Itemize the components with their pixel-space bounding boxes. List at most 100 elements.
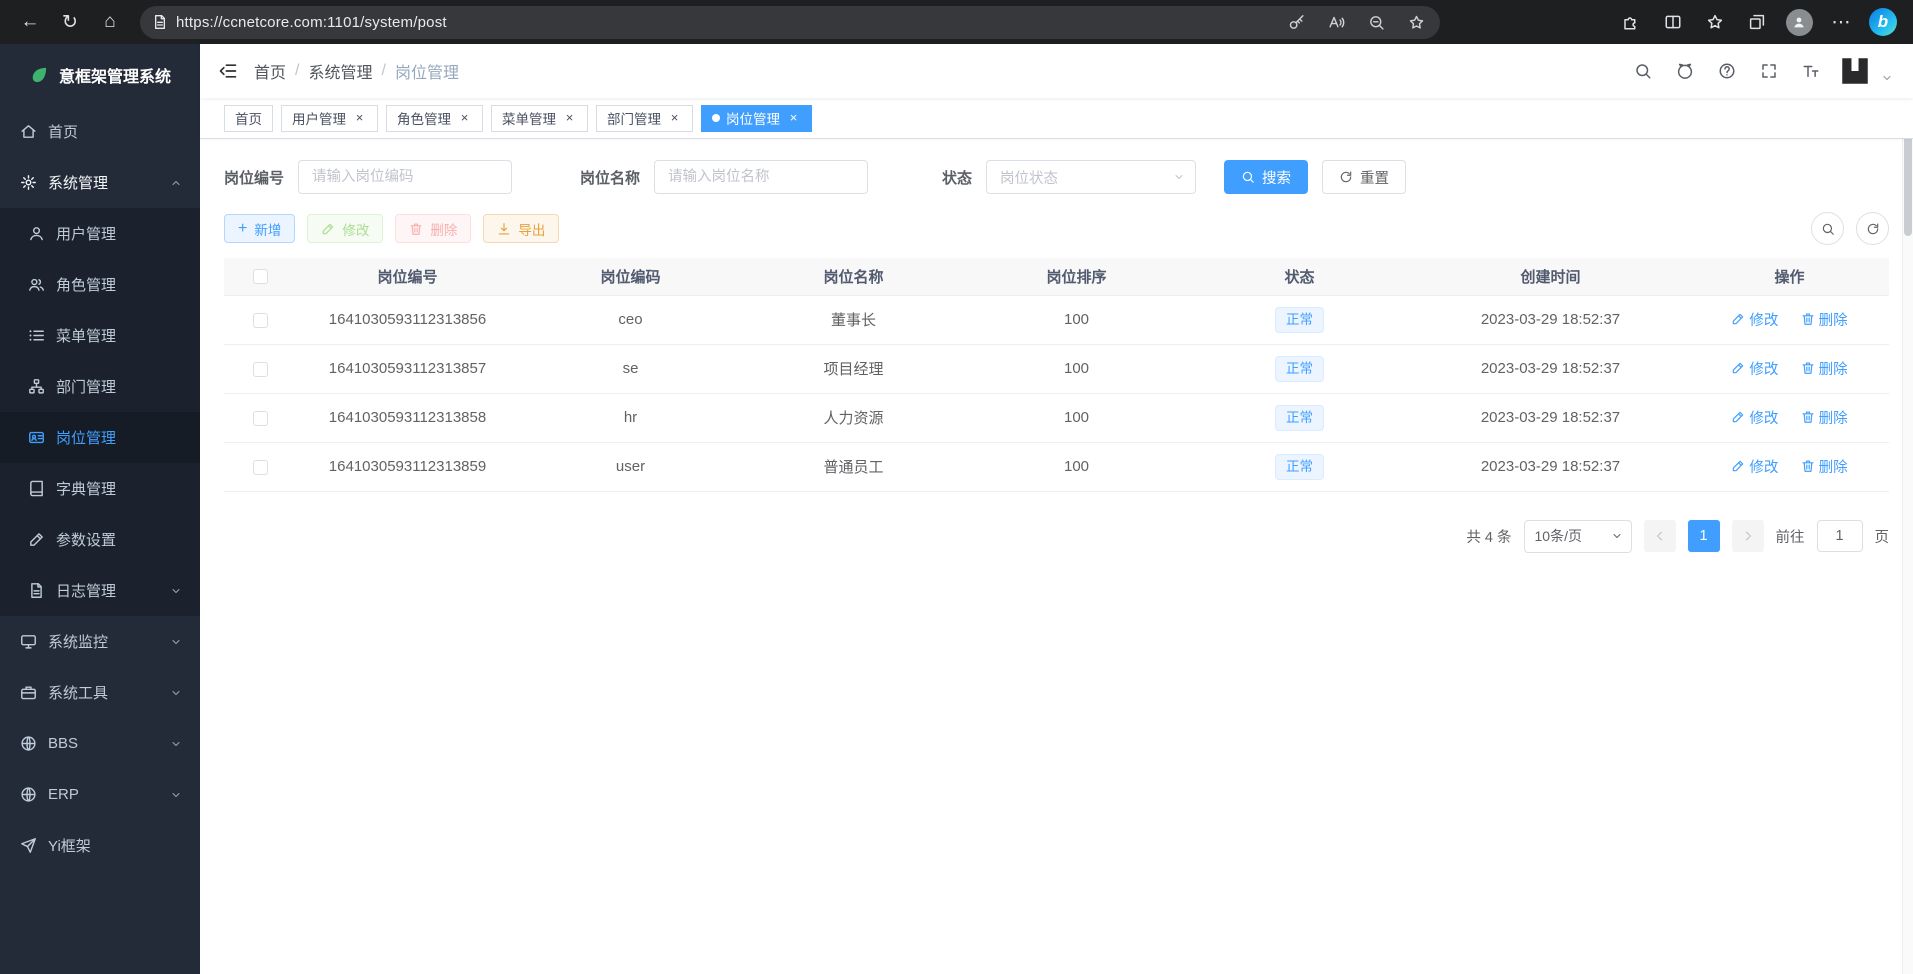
sidebar-item-system-management[interactable]: 系统管理 — [0, 157, 200, 208]
split-screen-icon[interactable] — [1655, 5, 1691, 39]
next-page-button[interactable] — [1732, 520, 1764, 552]
post-code-input[interactable] — [298, 160, 512, 194]
row-delete-button[interactable]: 删除 — [1801, 456, 1848, 477]
sidebar-item-home[interactable]: 首页 — [0, 106, 200, 157]
sidebar-item-yi-framework[interactable]: Yi框架 — [0, 820, 200, 871]
favorite-star-icon[interactable] — [1400, 8, 1432, 36]
table-header-row: 岗位编号 岗位编码 岗位名称 岗位排序 状态 创建时间 操作 — [224, 258, 1889, 295]
sidebar-item-post-management[interactable]: 岗位管理 — [0, 412, 200, 463]
edit-button[interactable]: 修改 — [307, 214, 383, 243]
sidebar-item-bbs[interactable]: BBS — [0, 718, 200, 769]
user-avatar-logo[interactable] — [1835, 51, 1875, 91]
tab-label: 角色管理 — [397, 108, 451, 128]
row-delete-button[interactable]: 删除 — [1801, 407, 1848, 428]
row-edit-button[interactable]: 修改 — [1731, 309, 1778, 330]
profile-avatar[interactable] — [1781, 5, 1817, 39]
select-all-checkbox[interactable] — [253, 269, 268, 284]
add-button[interactable]: + 新增 — [224, 214, 295, 243]
sidebar-item-label: ERP — [48, 786, 79, 803]
row-edit-button[interactable]: 修改 — [1731, 456, 1778, 477]
row-checkbox[interactable] — [253, 460, 268, 475]
reload-button[interactable]: ↻ — [52, 5, 88, 39]
sidebar-fold-icon[interactable] — [218, 61, 238, 81]
tab-label: 首页 — [235, 108, 262, 128]
home-icon — [20, 123, 37, 140]
tab-menu-management[interactable]: 菜单管理 × — [491, 105, 588, 132]
tab-role-management[interactable]: 角色管理 × — [386, 105, 483, 132]
row-checkbox[interactable] — [253, 411, 268, 426]
sidebar-item-dept-management[interactable]: 部门管理 — [0, 361, 200, 412]
sidebar-item-dict-management[interactable]: 字典管理 — [0, 463, 200, 514]
breadcrumb-home[interactable]: 首页 — [254, 59, 286, 83]
tab-close-icon[interactable]: × — [562, 111, 577, 126]
chevron-up-icon — [170, 177, 182, 189]
sidebar-item-system-monitor[interactable]: 系统监控 — [0, 616, 200, 667]
tab-close-icon[interactable]: × — [786, 111, 801, 126]
row-delete-button[interactable]: 删除 — [1801, 358, 1848, 379]
sidebar-item-erp[interactable]: ERP — [0, 769, 200, 820]
refresh-table-button[interactable] — [1856, 212, 1889, 245]
help-question-icon[interactable] — [1709, 52, 1745, 90]
row-edit-label: 修改 — [1749, 407, 1778, 428]
breadcrumb-system[interactable]: 系统管理 — [308, 59, 372, 83]
toggle-search-button[interactable] — [1811, 212, 1844, 245]
extensions-icon[interactable] — [1613, 5, 1649, 39]
cell-created-time: 2023-03-29 18:52:37 — [1411, 295, 1690, 344]
cell-created-time: 2023-03-29 18:52:37 — [1411, 442, 1690, 491]
row-edit-button[interactable]: 修改 — [1731, 358, 1778, 379]
github-icon[interactable] — [1667, 52, 1703, 90]
sidebar-item-log-management[interactable]: 日志管理 — [0, 565, 200, 616]
sidebar-item-menu-management[interactable]: 菜单管理 — [0, 310, 200, 361]
tab-close-icon[interactable]: × — [667, 111, 682, 126]
back-button[interactable]: ← — [12, 5, 48, 39]
row-delete-label: 删除 — [1819, 358, 1848, 379]
user-menu-caret-icon[interactable] — [1881, 72, 1893, 84]
row-edit-button[interactable]: 修改 — [1731, 407, 1778, 428]
fullscreen-icon[interactable] — [1751, 52, 1787, 90]
row-delete-button[interactable]: 删除 — [1801, 309, 1848, 330]
tab-close-icon[interactable]: × — [352, 111, 367, 126]
url-text[interactable]: https://ccnetcore.com:1101/system/post — [176, 14, 1272, 31]
browser-home-button[interactable]: ⌂ — [92, 5, 128, 39]
status-select[interactable]: 岗位状态 — [986, 160, 1196, 194]
password-key-icon[interactable] — [1280, 8, 1312, 36]
row-edit-label: 修改 — [1749, 309, 1778, 330]
cell-post-code: user — [519, 442, 742, 491]
tab-dept-management[interactable]: 部门管理 × — [596, 105, 693, 132]
favorites-icon[interactable] — [1697, 5, 1733, 39]
sidebar-item-user-management[interactable]: 用户管理 — [0, 208, 200, 259]
sidebar-item-system-tools[interactable]: 系统工具 — [0, 667, 200, 718]
form-item-post-name: 岗位名称 — [580, 160, 868, 194]
sidebar-item-role-management[interactable]: 角色管理 — [0, 259, 200, 310]
read-aloud-icon[interactable] — [1320, 8, 1352, 36]
search-button[interactable]: 搜索 — [1224, 160, 1308, 194]
more-menu-icon[interactable]: ⋯ — [1823, 5, 1859, 39]
chevron-down-icon — [1173, 171, 1185, 183]
page-size-select[interactable]: 10条/页 — [1524, 520, 1632, 553]
tab-post-management[interactable]: 岗位管理 × — [701, 105, 812, 132]
zoom-out-icon[interactable] — [1360, 8, 1392, 36]
post-name-input[interactable] — [654, 160, 868, 194]
delete-button[interactable]: 删除 — [395, 214, 471, 243]
tab-user-management[interactable]: 用户管理 × — [281, 105, 378, 132]
window-scrollbar[interactable] — [1902, 44, 1913, 974]
address-bar[interactable]: https://ccnetcore.com:1101/system/post — [140, 6, 1440, 39]
row-checkbox[interactable] — [253, 362, 268, 377]
export-button[interactable]: 导出 — [483, 214, 559, 243]
header-search-icon[interactable] — [1625, 52, 1661, 90]
site-info-icon[interactable] — [152, 14, 168, 30]
sidebar-item-param-settings[interactable]: 参数设置 — [0, 514, 200, 565]
page-number-1[interactable]: 1 — [1688, 520, 1720, 552]
reset-button[interactable]: 重置 — [1322, 160, 1406, 194]
collections-icon[interactable] — [1739, 5, 1775, 39]
back-icon: ← — [21, 11, 40, 33]
tab-close-icon[interactable]: × — [457, 111, 472, 126]
gear-icon — [20, 174, 37, 191]
status-select-placeholder: 岗位状态 — [1000, 167, 1058, 188]
bing-copilot-icon[interactable]: b — [1865, 5, 1901, 39]
font-size-icon[interactable] — [1793, 52, 1829, 90]
prev-page-button[interactable] — [1644, 520, 1676, 552]
goto-page-input[interactable] — [1817, 520, 1863, 552]
row-checkbox[interactable] — [253, 313, 268, 328]
tab-home[interactable]: 首页 — [224, 105, 273, 132]
